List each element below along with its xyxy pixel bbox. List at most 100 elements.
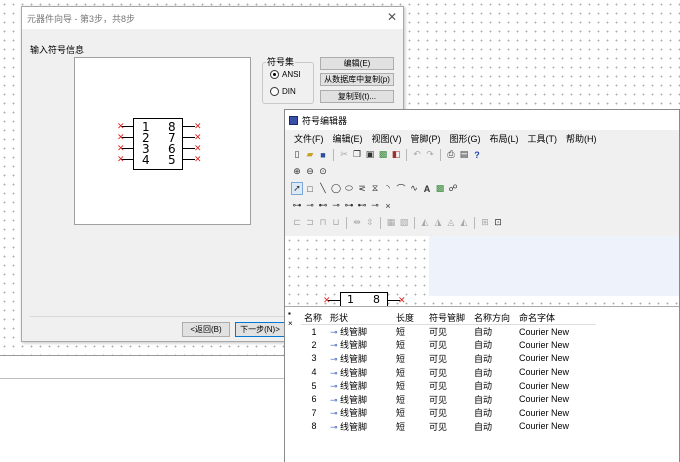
align-top-icon[interactable]: ⊓ [317,216,329,229]
pin-clock-icon[interactable]: ⊷ [317,199,329,212]
panel-close-icon[interactable]: × [288,319,293,328]
export-icon[interactable]: ◧ [390,148,402,161]
pin-direction-cell[interactable]: 自动 [471,392,516,406]
col-header[interactable]: 命名字体 [516,311,596,325]
copy-to-button[interactable]: 复制到(t)... [320,90,394,103]
menu-edit[interactable]: 编辑(E) [332,132,364,145]
pin-name-cell[interactable]: 1 [301,325,327,339]
bounds-icon[interactable]: ⊡ [492,216,504,229]
pin-shape-cell[interactable]: ⊸ 线管脚 [327,325,393,339]
pin-length-cell[interactable]: 短 [393,406,426,420]
edit-button[interactable]: 编辑(E) [320,57,394,70]
pin-length-cell[interactable]: 短 [393,420,426,434]
pin-direction-cell[interactable]: 自动 [471,406,516,420]
col-header[interactable]: 名称方向 [471,311,516,325]
pin-add-icon[interactable]: ⊸ [369,199,381,212]
menu-tools[interactable]: 工具(T) [527,132,559,145]
pin-visibility-cell[interactable]: 可见 [426,365,471,379]
pin-direction-cell[interactable]: 自动 [471,379,516,393]
next-button[interactable]: 下一步(N)> [235,322,285,337]
pin-font-cell[interactable]: Courier New [516,365,596,379]
pin-name-cell[interactable]: 2 [301,338,327,352]
bezier-icon[interactable]: ∿ [408,182,420,195]
circle-icon[interactable]: ◯ [330,182,342,195]
table-row[interactable]: 6 ⊸ 线管脚短可见 自动 Courier New [301,392,596,406]
table-row[interactable]: 4 ⊸ 线管脚短可见 自动 Courier New [301,365,596,379]
menu-layout[interactable]: 布局(L) [489,132,520,145]
pin-visibility-cell[interactable]: 可见 [426,379,471,393]
align-bottom-icon[interactable]: ⊔ [330,216,342,229]
cut-icon[interactable]: ✂ [338,148,350,161]
pin-invert-clock-icon[interactable]: ⊶ [343,199,355,212]
line-icon[interactable]: ╲ [317,182,329,195]
align-right-icon[interactable]: ⊐ [304,216,316,229]
pin-short-icon[interactable]: ⊸ [304,199,316,212]
align-left-icon[interactable]: ⊏ [291,216,303,229]
open-icon[interactable]: ▰ [304,148,316,161]
new-icon[interactable]: ▯ [291,148,303,161]
copy-from-database-button[interactable]: 从数据库中复制(p) [320,73,394,86]
table-row[interactable]: 3 ⊸ 线管脚短可见 自动 Courier New [301,352,596,366]
zoom-fit-icon[interactable]: ⊙ [317,165,329,178]
arc-icon[interactable]: ◝ [382,182,394,195]
menu-help[interactable]: 帮助(H) [565,132,598,145]
pin-font-cell[interactable]: Courier New [516,325,596,339]
pin-direction-cell[interactable]: 自动 [471,352,516,366]
polygon-icon[interactable]: ⧖ [369,182,381,195]
pin-name-cell[interactable]: 6 [301,392,327,406]
menu-file[interactable]: 文件(F) [293,132,325,145]
col-header[interactable]: 形状 [327,311,393,325]
pin-shape-cell[interactable]: ⊸ 线管脚 [327,338,393,352]
copy-icon[interactable]: ❐ [351,148,363,161]
pin-shape-cell[interactable]: ⊸ 线管脚 [327,365,393,379]
flip-icon[interactable]: ◭ [419,216,431,229]
pin-invert-icon[interactable]: ⊸ [330,199,342,212]
paste-icon[interactable]: ▣ [364,148,376,161]
pin-font-cell[interactable]: Courier New [516,406,596,420]
pin-shape-cell[interactable]: ⊸ 线管脚 [327,392,393,406]
pin-font-cell[interactable]: Courier New [516,352,596,366]
pin-shape-cell[interactable]: ⊸ 线管脚 [327,379,393,393]
pin-visibility-cell[interactable]: 可见 [426,338,471,352]
menu-pins[interactable]: 管脚(P) [410,132,442,145]
undo-icon[interactable]: ↶ [411,148,423,161]
menu-view[interactable]: 视图(V) [371,132,403,145]
table-row[interactable]: 1 ⊸ 线管脚短可见 自动 Courier New [301,325,596,339]
ungroup-icon[interactable]: ▧ [398,216,410,229]
zoom-out-icon[interactable]: ⊖ [304,165,316,178]
pin-shape-cell[interactable]: ⊸ 线管脚 [327,352,393,366]
pin-visibility-cell[interactable]: 可见 [426,406,471,420]
close-icon[interactable]: ✕ [387,10,397,24]
menu-graphics[interactable]: 图形(G) [449,132,482,145]
ellipse-icon[interactable]: ⬭ [343,182,355,195]
pin-shape-cell[interactable]: ⊸ 线管脚 [327,420,393,434]
pin-direction-cell[interactable]: 自动 [471,338,516,352]
pin-name-cell[interactable]: 4 [301,365,327,379]
col-header[interactable]: 名称 [301,311,327,325]
radio-din[interactable]: DIN [270,87,296,96]
rotate-back-icon[interactable]: ◭ [458,216,470,229]
pin-visibility-cell[interactable]: 可见 [426,392,471,406]
pin-font-cell[interactable]: Courier New [516,379,596,393]
pin-name-cell[interactable]: 8 [301,420,327,434]
save-icon[interactable]: ■ [317,148,329,161]
rectangle-icon[interactable]: □ [304,182,316,195]
pin-font-cell[interactable]: Courier New [516,392,596,406]
table-row[interactable]: 2 ⊸ 线管脚短可见 自动 Courier New [301,338,596,352]
print-preview-icon[interactable]: ⎙ [445,148,457,161]
table-row[interactable]: 5 ⊸ 线管脚短可见 自动 Courier New [301,379,596,393]
pin-remove-icon[interactable]: × [382,199,394,212]
table-row[interactable]: 7 ⊸ 线管脚短可见 自动 Courier New [301,406,596,420]
space-horizontal-icon[interactable]: ⇹ [351,216,363,229]
radio-ansi[interactable]: ANSI [270,70,301,79]
pin-visibility-cell[interactable]: 可见 [426,420,471,434]
pin-direction-cell[interactable]: 自动 [471,365,516,379]
pin-length-cell[interactable]: 短 [393,325,426,339]
back-button[interactable]: <返回(B) [182,322,230,337]
rotate-icon[interactable]: ◬ [445,216,457,229]
custom-tool-icon[interactable]: ☍ [447,182,459,195]
pin-length-cell[interactable]: 短 [393,365,426,379]
col-header[interactable]: 符号管脚 [426,311,471,325]
pin-name-cell[interactable]: 7 [301,406,327,420]
pin-font-cell[interactable]: Courier New [516,420,596,434]
